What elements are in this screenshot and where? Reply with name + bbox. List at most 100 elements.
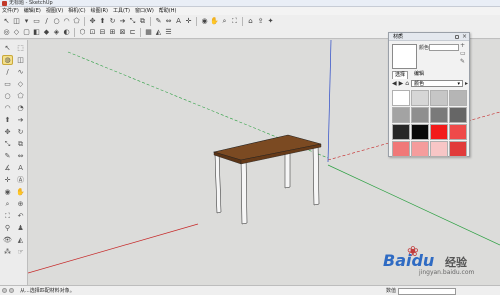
hidden-line-icon[interactable]: ◧ — [32, 28, 41, 37]
text-icon[interactable]: A — [174, 17, 183, 26]
make-component-icon[interactable]: ⬚ — [15, 43, 26, 53]
paint-bucket-icon[interactable]: ▾ — [22, 17, 31, 26]
create-material-icon[interactable]: + — [460, 43, 466, 49]
polygon-icon[interactable]: ⬠ — [72, 17, 81, 26]
color-swatch[interactable] — [392, 124, 410, 140]
rotate-icon[interactable]: ↻ — [108, 17, 117, 26]
color-swatch[interactable] — [449, 90, 467, 106]
rectangle-icon[interactable]: ▭ — [2, 79, 13, 89]
color-swatch[interactable] — [411, 90, 429, 106]
section-plane-icon[interactable]: ◭ — [15, 235, 26, 245]
sandbox-icon[interactable]: ▦ — [144, 28, 153, 37]
offset-icon[interactable]: ⧉ — [15, 139, 26, 149]
top-view-icon[interactable]: ⊡ — [88, 28, 97, 37]
zoom-icon[interactable]: ⌕ — [2, 199, 13, 209]
menu-file[interactable]: 文件(F) — [2, 7, 19, 15]
close-icon[interactable]: × — [462, 33, 467, 41]
pin-icon[interactable] — [455, 35, 459, 39]
freehand-icon[interactable]: ∿ — [15, 67, 26, 77]
color-swatch[interactable] — [430, 124, 448, 140]
layer-icon[interactable]: ☰ — [164, 28, 173, 37]
menu-edit[interactable]: 编辑(E) — [24, 7, 41, 15]
dimension-icon[interactable]: ⇔ — [164, 17, 173, 26]
color-swatch[interactable] — [392, 90, 410, 106]
default-material-icon[interactable]: ▭ — [460, 51, 466, 57]
details-icon[interactable]: ▸ — [465, 80, 468, 87]
arc-icon[interactable]: ◠ — [2, 103, 13, 113]
menu-draw[interactable]: 绘图(R) — [91, 7, 108, 15]
extension-icon[interactable]: ✦ — [266, 17, 275, 26]
paint-bucket-icon[interactable]: ◍ — [2, 55, 13, 65]
follow-me-icon[interactable]: ➔ — [118, 17, 127, 26]
previous-view-icon[interactable]: ↶ — [15, 211, 26, 221]
back-view-icon[interactable]: ⊠ — [118, 28, 127, 37]
color-swatch[interactable] — [411, 124, 429, 140]
orbit-icon[interactable]: ◉ — [2, 187, 13, 197]
circle-icon[interactable]: ○ — [2, 91, 13, 101]
left-view-icon[interactable]: ⊏ — [128, 28, 137, 37]
color-swatch[interactable] — [392, 107, 410, 123]
color-swatch[interactable] — [411, 107, 429, 123]
eraser-icon[interactable]: ◫ — [12, 17, 21, 26]
rectangle-icon[interactable]: ▭ — [32, 17, 41, 26]
tab-select[interactable]: 选择 — [392, 71, 409, 79]
axes-icon[interactable]: ✛ — [2, 175, 13, 185]
circle-icon[interactable]: ○ — [52, 17, 61, 26]
shaded-textures-icon[interactable]: ◈ — [52, 28, 61, 37]
scale-icon[interactable]: ⤡ — [128, 17, 137, 26]
color-swatch[interactable] — [411, 141, 429, 157]
right-view-icon[interactable]: ⊞ — [108, 28, 117, 37]
table-model[interactable] — [212, 134, 322, 225]
select-icon[interactable]: ↖ — [2, 17, 11, 26]
select-icon[interactable]: ↖ — [2, 43, 13, 53]
wireframe-icon[interactable]: ▢ — [22, 28, 31, 37]
tape-measure-icon[interactable]: ✎ — [154, 17, 163, 26]
collection-select[interactable]: 颜色 ▾ — [411, 80, 463, 87]
back-edges-icon[interactable]: ◇ — [12, 28, 21, 37]
zoom-window-icon[interactable]: ⊕ — [15, 199, 26, 209]
section-plane-icon[interactable]: ◭ — [154, 28, 163, 37]
menu-camera[interactable]: 相机(C) — [68, 7, 85, 15]
home-icon[interactable]: ⌂ — [405, 80, 409, 87]
line-icon[interactable]: / — [2, 67, 13, 77]
text-icon[interactable]: A — [15, 163, 26, 173]
dimension-icon[interactable]: ⇔ — [15, 151, 26, 161]
color-swatch[interactable] — [449, 124, 467, 140]
scale-icon[interactable]: ⤡ — [2, 139, 13, 149]
color-swatch[interactable] — [449, 141, 467, 157]
zoom-extents-icon[interactable]: ⛶ — [2, 211, 13, 221]
shaded-icon[interactable]: ◆ — [42, 28, 51, 37]
polygon-icon[interactable]: ⬠ — [15, 91, 26, 101]
front-view-icon[interactable]: ⊟ — [98, 28, 107, 37]
zoom-extents-icon[interactable]: ⛶ — [230, 17, 239, 26]
protractor-icon[interactable]: ∡ — [2, 163, 13, 173]
material-name-field[interactable] — [429, 44, 459, 51]
line-icon[interactable]: / — [42, 17, 51, 26]
back-arrow-icon[interactable]: ◀ — [392, 80, 397, 87]
share-model-icon[interactable]: ⇪ — [256, 17, 265, 26]
credits-icon[interactable] — [9, 288, 14, 293]
rotated-rectangle-icon[interactable]: ◇ — [15, 79, 26, 89]
arc-icon[interactable]: ◠ — [62, 17, 71, 26]
color-swatch[interactable] — [430, 141, 448, 157]
iso-view-icon[interactable]: ⬡ — [78, 28, 87, 37]
color-swatch[interactable] — [392, 141, 410, 157]
tab-edit[interactable]: 编辑 — [412, 71, 426, 79]
walk-icon[interactable]: ♟ — [15, 223, 26, 233]
color-swatch[interactable] — [430, 90, 448, 106]
menu-window[interactable]: 窗口(W) — [135, 7, 154, 15]
menu-help[interactable]: 帮助(H) — [159, 7, 177, 15]
eraser-icon[interactable]: ◫ — [15, 55, 26, 65]
pan-icon[interactable]: ✋ — [15, 187, 26, 197]
monochrome-icon[interactable]: ◐ — [62, 28, 71, 37]
pie-icon[interactable]: ◔ — [15, 103, 26, 113]
forward-arrow-icon[interactable]: ▶ — [399, 80, 404, 87]
axes-icon[interactable]: ✛ — [184, 17, 193, 26]
footprint-icon[interactable]: ⁂ — [2, 247, 13, 257]
warehouse-icon[interactable]: ⌂ — [246, 17, 255, 26]
interact-icon[interactable]: ☞ — [15, 247, 26, 257]
follow-me-icon[interactable]: ➔ — [15, 115, 26, 125]
geo-location-icon[interactable] — [2, 288, 7, 293]
orbit-icon[interactable]: ◉ — [200, 17, 209, 26]
push-pull-icon[interactable]: ⬆ — [2, 115, 13, 125]
